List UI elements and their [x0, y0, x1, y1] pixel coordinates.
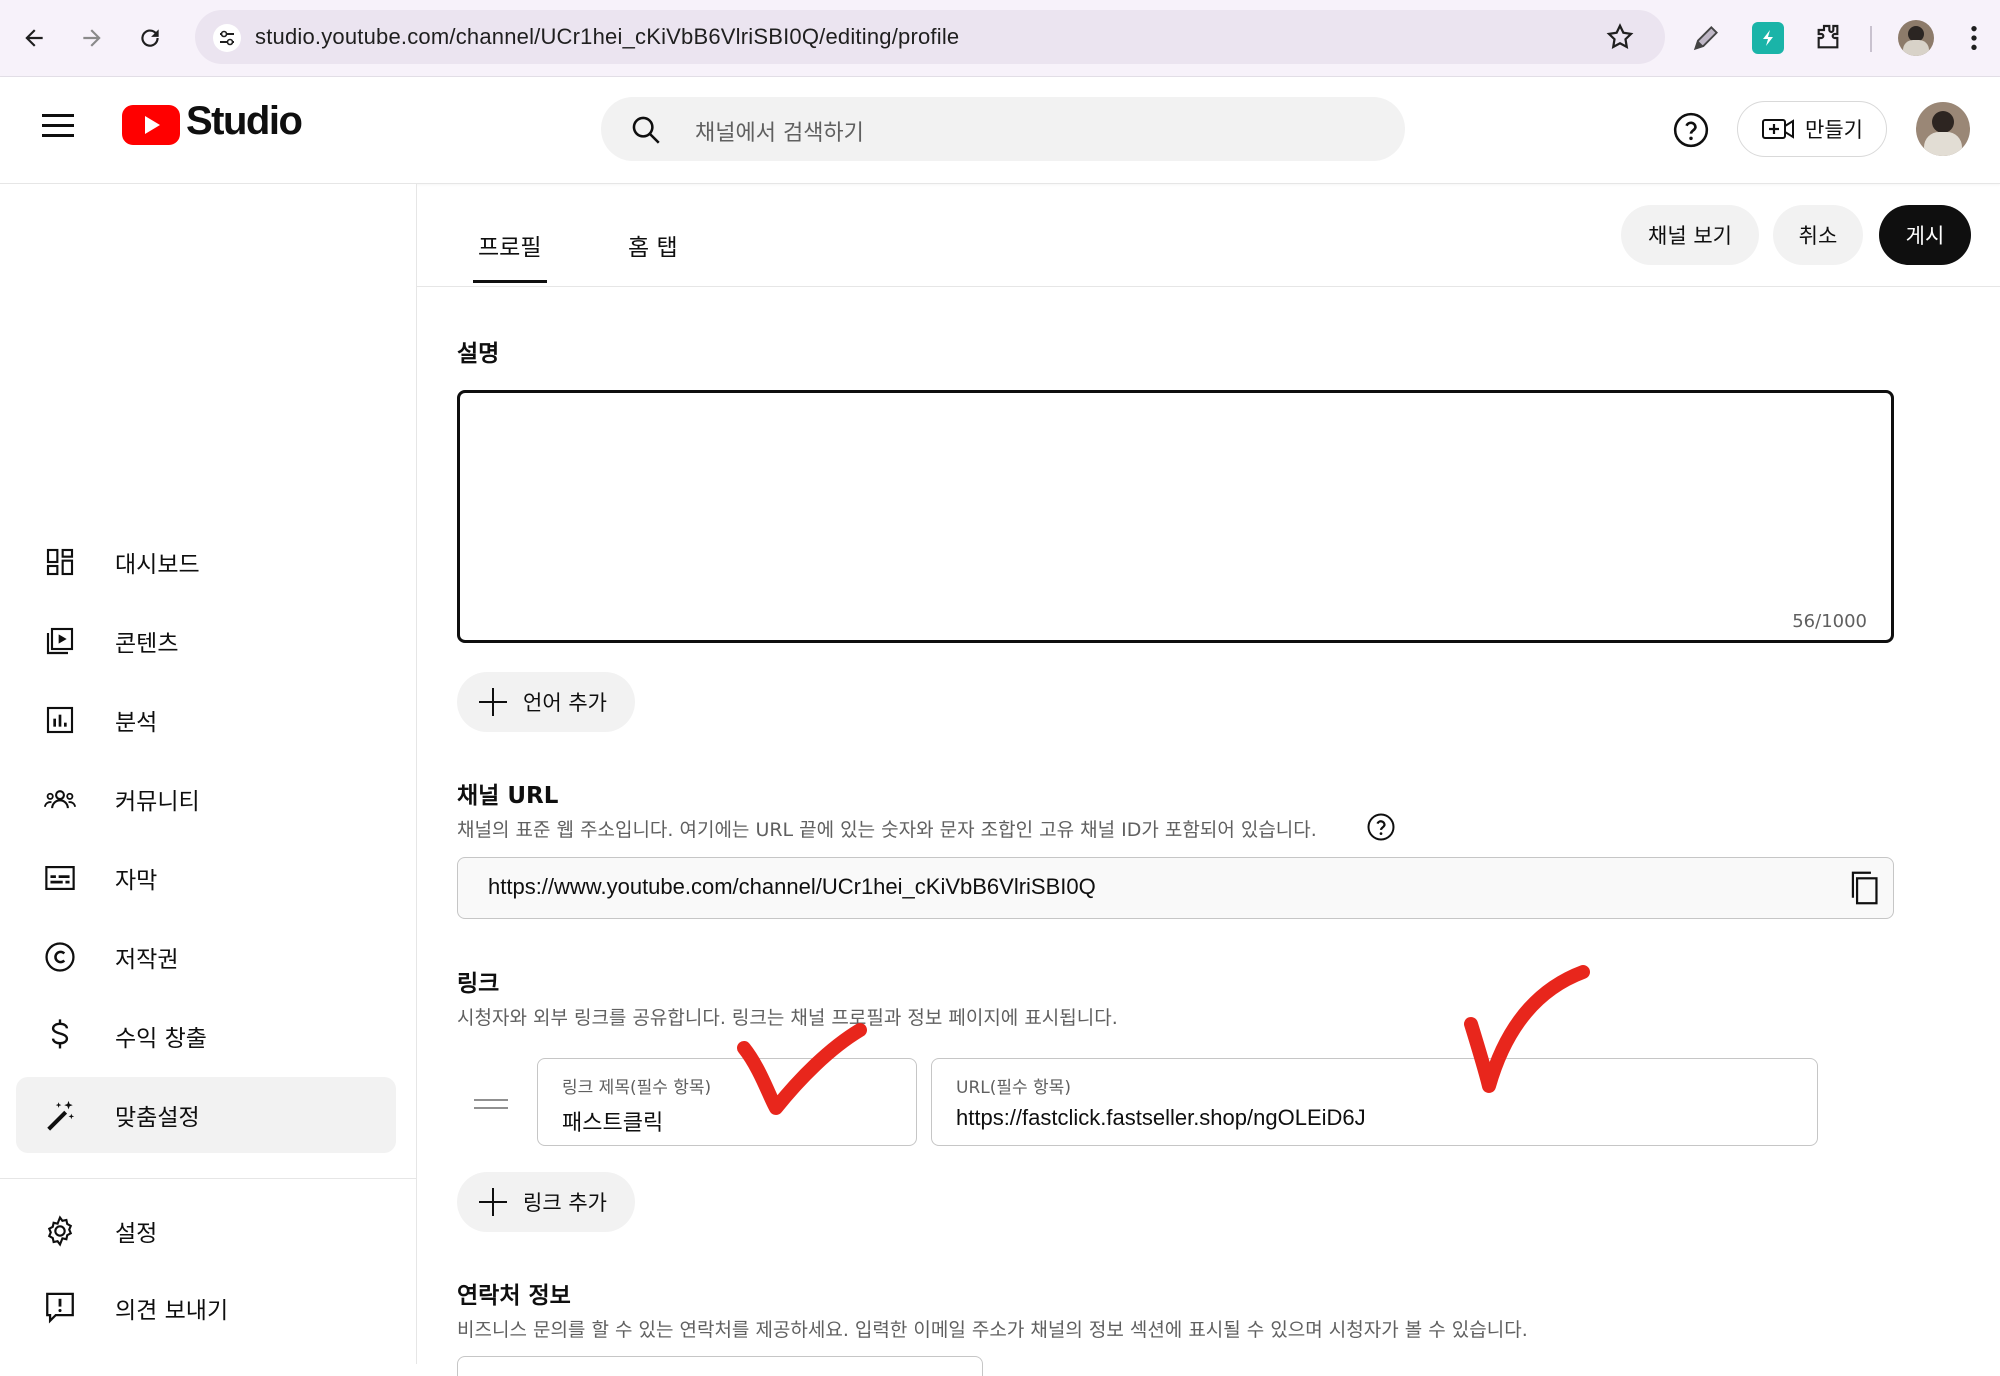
- gear-icon: [40, 1211, 80, 1251]
- analytics-icon: [40, 700, 80, 740]
- search-icon: [629, 113, 663, 151]
- add-language-label: 언어 추가: [523, 691, 607, 715]
- description-textarea[interactable]: 56/1000: [457, 390, 1894, 643]
- contact-email-field[interactable]: [457, 1356, 983, 1376]
- link-url-label: URL(필수 항목): [956, 1078, 1071, 1098]
- browser-profile-avatar[interactable]: [1898, 20, 1934, 56]
- tab-profile[interactable]: 프로필: [478, 228, 541, 262]
- sidebar-item-dashboard[interactable]: 대시보드: [16, 524, 396, 600]
- copyright-icon: [40, 937, 80, 977]
- sidebar-item-label: 분석: [115, 710, 158, 736]
- help-icon[interactable]: [1672, 111, 1710, 153]
- sidebar-item-content[interactable]: 콘텐츠: [16, 603, 396, 679]
- account-avatar[interactable]: [1916, 102, 1970, 156]
- help-icon[interactable]: [1366, 812, 1396, 846]
- subtitles-icon: [40, 858, 80, 898]
- sidebar-item-copyright[interactable]: 저작권: [16, 919, 396, 995]
- contact-title: 연락처 정보: [457, 1283, 571, 1309]
- toolbar-divider: [1870, 26, 1872, 52]
- add-link-button[interactable]: 링크 추가: [457, 1172, 635, 1232]
- sidebar-item-feedback[interactable]: 의견 보내기: [16, 1270, 396, 1346]
- description-title: 설명: [457, 341, 500, 367]
- forward-arrow-icon[interactable]: [72, 18, 112, 58]
- extension-green-icon[interactable]: [1752, 22, 1784, 54]
- address-bar[interactable]: studio.youtube.com/channel/UCr1hei_cKiVb…: [195, 10, 1665, 64]
- youtube-logo-icon[interactable]: [122, 105, 180, 149]
- sidebar-divider: [0, 1178, 416, 1179]
- create-button[interactable]: 만들기: [1737, 101, 1887, 157]
- red-checkmark-annotation: [1464, 965, 1590, 1093]
- sidebar-item-label: 설정: [115, 1221, 158, 1247]
- channel-url-value: https://www.youtube.com/channel/UCr1hei_…: [488, 874, 1096, 899]
- video-plus-icon: [1761, 116, 1795, 142]
- tab-home[interactable]: 홈 탭: [628, 228, 678, 262]
- dollar-icon: [40, 1016, 80, 1056]
- sidebar-item-analytics[interactable]: 분석: [16, 682, 396, 758]
- drag-handle-icon[interactable]: [474, 1096, 508, 1115]
- sidebar-item-monetization[interactable]: 수익 창출: [16, 998, 396, 1074]
- contact-help: 비즈니스 문의를 할 수 있는 연락처를 제공하세요. 입력한 이메일 주소가 …: [457, 1319, 1528, 1341]
- channel-search-input[interactable]: 채널에서 검색하기: [601, 97, 1405, 161]
- pen-extension-icon[interactable]: [1690, 22, 1722, 58]
- add-language-button[interactable]: 언어 추가: [457, 672, 635, 732]
- content-icon: [40, 621, 80, 661]
- site-settings-icon[interactable]: [213, 24, 241, 52]
- feedback-icon: [40, 1288, 80, 1328]
- links-title: 링크: [457, 971, 500, 997]
- sidebar-item-subtitles[interactable]: 자막: [16, 840, 396, 916]
- description-char-counter: 56/1000: [1792, 611, 1867, 632]
- link-url-field[interactable]: URL(필수 항목) https://fastclick.fastseller.…: [931, 1058, 1818, 1146]
- studio-logo-text[interactable]: Studio: [186, 99, 303, 144]
- cancel-button[interactable]: 취소: [1773, 205, 1863, 265]
- plus-icon: [479, 1188, 507, 1216]
- sidebar-item-label: 콘텐츠: [115, 631, 179, 657]
- puzzle-extensions-icon[interactable]: [1812, 22, 1844, 58]
- hamburger-menu-icon[interactable]: [40, 111, 78, 145]
- sidebar: 대시보드 콘텐츠 분석 커뮤니티 자막 저작권 수익 창출 맞춤설정 설정 의견…: [0, 184, 417, 1364]
- browser-toolbar: studio.youtube.com/channel/UCr1hei_cKiVb…: [0, 0, 2000, 77]
- sidebar-item-label: 수익 창출: [115, 1026, 207, 1052]
- back-arrow-icon[interactable]: [14, 18, 54, 58]
- channel-url-field[interactable]: https://www.youtube.com/channel/UCr1hei_…: [457, 857, 1894, 919]
- search-placeholder: 채널에서 검색하기: [695, 121, 864, 146]
- sidebar-item-label: 자막: [115, 868, 158, 894]
- sidebar-item-customization[interactable]: 맞춤설정: [16, 1077, 396, 1153]
- active-tab-indicator: [473, 280, 547, 283]
- studio-header: Studio 채널에서 검색하기 만들기: [0, 77, 2000, 184]
- kebab-menu-icon[interactable]: [1958, 22, 1990, 58]
- sidebar-item-label: 맞춤설정: [115, 1105, 200, 1131]
- sidebar-item-community[interactable]: 커뮤니티: [16, 761, 396, 837]
- add-link-label: 링크 추가: [523, 1191, 607, 1215]
- plus-icon: [479, 688, 507, 716]
- bookmark-star-icon[interactable]: [1605, 22, 1635, 56]
- publish-button[interactable]: 게시: [1879, 205, 1971, 265]
- dashboard-icon: [40, 542, 80, 582]
- magic-wand-icon: [40, 1095, 80, 1135]
- channel-url-title: 채널 URL: [457, 783, 559, 809]
- channel-url-help: 채널의 표준 웹 주소입니다. 여기에는 URL 끝에 있는 숫자와 문자 조합…: [457, 819, 1317, 841]
- address-bar-url: studio.youtube.com/channel/UCr1hei_cKiVb…: [255, 24, 960, 49]
- link-title-value: 패스트클릭: [562, 1110, 664, 1135]
- create-button-label: 만들기: [1805, 118, 1863, 142]
- sidebar-item-settings[interactable]: 설정: [16, 1193, 396, 1269]
- sidebar-item-label: 대시보드: [115, 552, 200, 578]
- copy-icon[interactable]: [1848, 870, 1880, 910]
- sidebar-item-label: 저작권: [115, 947, 179, 973]
- link-url-value: https://fastclick.fastseller.shop/ngOLEi…: [956, 1105, 1366, 1130]
- view-channel-button[interactable]: 채널 보기: [1621, 205, 1759, 265]
- sidebar-item-label: 의견 보내기: [115, 1298, 229, 1324]
- sidebar-item-label: 커뮤니티: [115, 789, 200, 815]
- community-icon: [40, 779, 80, 819]
- link-title-label: 링크 제목(필수 항목): [562, 1078, 712, 1098]
- profile-tabs: 프로필 홈 탭: [417, 184, 2000, 287]
- red-checkmark-annotation: [737, 1023, 867, 1115]
- reload-icon[interactable]: [130, 18, 170, 58]
